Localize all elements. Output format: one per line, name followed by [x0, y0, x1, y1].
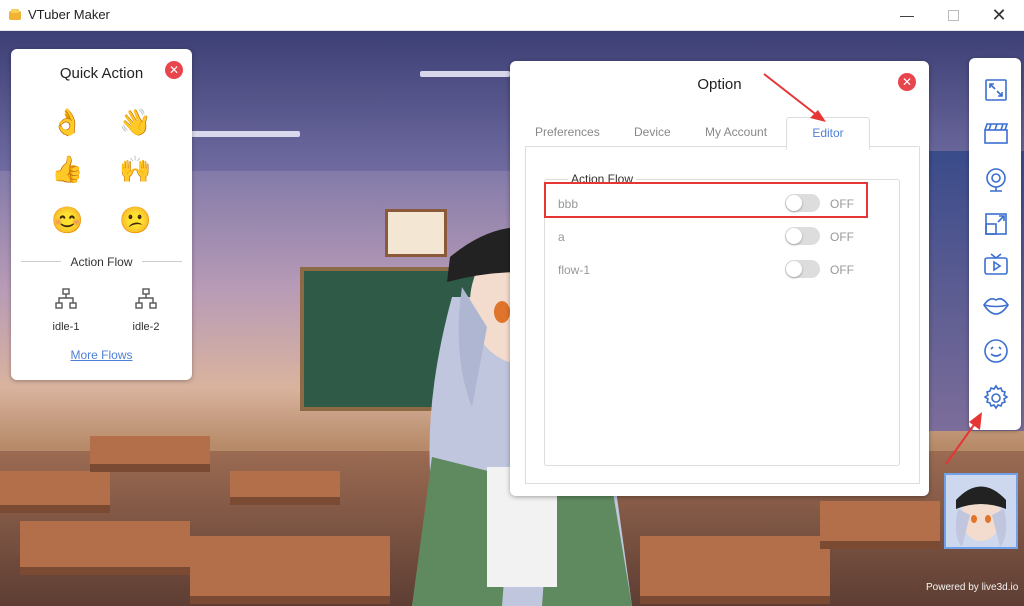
gesture-thumbs-up-button[interactable]: 👍: [51, 154, 83, 184]
tv-icon: [984, 253, 1008, 275]
annotation-arrow-editor: [763, 73, 826, 122]
maximize-icon: [947, 9, 959, 21]
tv-button[interactable]: [982, 250, 1010, 278]
title-bar: VTuber Maker — ✕: [0, 0, 1024, 31]
desk: [190, 536, 390, 604]
webcam-icon: [986, 168, 1006, 192]
webcam-button[interactable]: [982, 166, 1010, 194]
toggle-knob: [786, 228, 802, 244]
lips-icon: [983, 298, 1009, 315]
quick-action-close-button[interactable]: ✕: [165, 61, 183, 79]
expression-confused-button[interactable]: 😕: [119, 205, 151, 235]
desk: [230, 471, 340, 505]
annotation-highlight-box: [544, 182, 868, 218]
flow-item-idle-1[interactable]: idle-1: [41, 321, 91, 333]
desk: [90, 436, 210, 472]
desk: [0, 471, 110, 513]
window-close-button[interactable]: ✕: [976, 0, 1022, 30]
desk: [820, 501, 940, 549]
flow-diagram-icon[interactable]: [134, 287, 158, 311]
right-toolbar: [969, 58, 1021, 430]
minimize-button[interactable]: —: [884, 0, 930, 30]
gesture-raised-hands-button[interactable]: 🙌: [119, 154, 151, 184]
lip-sync-button[interactable]: [982, 291, 1010, 319]
quick-action-panel: Quick Action ✕ 👌 👋 👍 🙌 😊 😕 Action Flow i…: [11, 49, 192, 380]
avatar-thumbnail[interactable]: [944, 473, 1018, 549]
flow-row-name-a: a: [558, 230, 565, 244]
more-flows-link[interactable]: More Flows: [11, 348, 192, 362]
expression-button[interactable]: [982, 337, 1010, 365]
resize-icon: [985, 213, 1007, 235]
close-icon: ✕: [991, 4, 1007, 25]
avatar-thumbnail-image: [955, 486, 1007, 547]
flow-diagram-icon[interactable]: [54, 287, 78, 311]
ceiling-light: [180, 131, 300, 137]
expression-smile-button[interactable]: 😊: [51, 205, 83, 235]
action-flow-section-label: Action Flow: [70, 255, 133, 269]
toggle-knob: [786, 261, 802, 277]
flow-row-name-flow-1: flow-1: [558, 263, 591, 277]
desk: [640, 536, 830, 604]
flow-toggle-state: OFF: [830, 263, 854, 277]
clapperboard-button[interactable]: [982, 119, 1010, 147]
flow-toggle-a[interactable]: [785, 227, 820, 245]
gesture-ok-button[interactable]: 👌: [51, 107, 83, 137]
resize-button[interactable]: [982, 210, 1010, 238]
app-logo-icon: [9, 9, 21, 20]
emoji-face-icon: [984, 339, 1008, 363]
fullscreen-icon: [985, 79, 1007, 101]
flow-toggle-state: OFF: [830, 230, 854, 244]
window-title: VTuber Maker: [28, 7, 110, 22]
minimize-icon: —: [900, 7, 914, 23]
close-icon: ✕: [168, 63, 180, 77]
flow-toggle-flow-1[interactable]: [785, 260, 820, 278]
fullscreen-button[interactable]: [982, 76, 1010, 104]
clapperboard-icon: [984, 123, 1009, 144]
flow-item-idle-2[interactable]: idle-2: [121, 321, 171, 333]
ceiling-light: [420, 71, 510, 77]
gesture-wave-button[interactable]: 👋: [119, 107, 151, 137]
maximize-button[interactable]: [930, 0, 976, 30]
flow-list: bbb OFF a OFF flow-1 OFF: [510, 61, 929, 496]
powered-by-label: Powered by live3d.io: [926, 582, 1019, 593]
annotation-arrow-settings: [945, 412, 982, 465]
desk: [20, 521, 190, 575]
